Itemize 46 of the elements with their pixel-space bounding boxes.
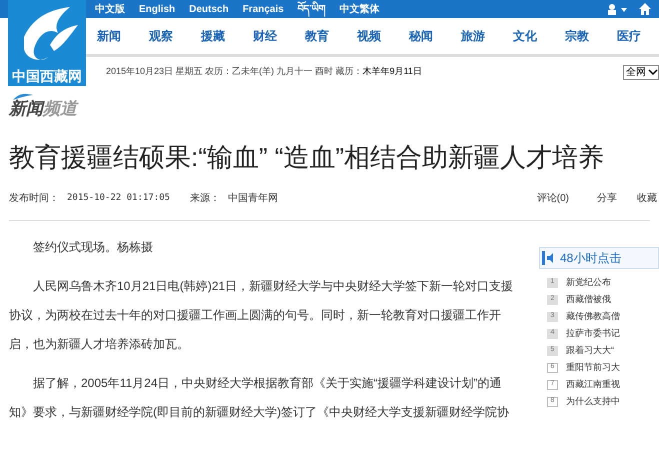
share-link[interactable]: 分享 xyxy=(597,191,617,206)
sidebar-link[interactable]: 藏传佛教高僧 xyxy=(566,310,620,324)
channel-logo: 新闻频道 xyxy=(9,93,79,119)
user-dropdown-icon[interactable] xyxy=(607,3,629,15)
published-label: 发布时间： xyxy=(9,192,59,206)
home-icon[interactable] xyxy=(639,3,651,15)
logo[interactable]: 中国西藏网 xyxy=(8,0,86,86)
source-text: 中国青年网 xyxy=(228,192,278,206)
sidebar-link[interactable]: 西藏僧被俄 xyxy=(566,292,611,306)
nav-link[interactable]: 旅游 xyxy=(461,27,485,45)
sidebar-link[interactable]: 重阳节前习大 xyxy=(566,360,620,374)
sidebar-link[interactable]: 跟着习大大“ xyxy=(566,344,614,358)
article-title: 教育援疆结硕果:“输血” “造血”相结合助新疆人才培养 xyxy=(9,141,606,173)
published-time: 2015-10-22 01:17:05 xyxy=(67,192,170,205)
nav-link[interactable]: 宗教 xyxy=(565,27,589,45)
nav-link[interactable]: 财经 xyxy=(253,27,277,45)
article-paragraph: 人民网乌鲁木齐10月21日电(韩婷)21日，新疆财经大学与中央财经大学签下新一轮对口支援协议，为两校在过去十年的对口援疆工作画上圆满的句号。同时，新一轮教育对口援疆工作开启，也为新疆人才培养添砖加瓦。 xyxy=(9,278,514,353)
language-link[interactable]: Deutsch xyxy=(189,2,229,16)
nav-link[interactable]: 秘闻 xyxy=(409,27,433,45)
language-link[interactable]: Français xyxy=(242,2,284,16)
language-link[interactable]: English xyxy=(139,2,176,16)
article-paragraph: 据了解，2005年11月24日，中央财经大学根据教育部《关于实施“援疆学科建设计划”的通知》要求，与新疆财经学院(即目前的新疆财经大学)签订了《中央财经大学支援新疆财经学院协 xyxy=(9,375,510,421)
language-link[interactable]: བོད་ཡིག xyxy=(298,2,326,16)
sidebar-header: 48小时点击 xyxy=(539,247,659,269)
speaker-icon xyxy=(542,251,556,265)
nav-link[interactable]: 医疗 xyxy=(617,27,641,45)
article-paragraph: 签约仪式现场。杨栋摄 xyxy=(32,239,154,256)
search-scope-select[interactable]: 全网 xyxy=(623,64,659,80)
sidebar-link[interactable]: 新党纪公布 xyxy=(566,276,611,290)
nav-link[interactable]: 新闻 xyxy=(97,27,121,45)
source-label: 来源： xyxy=(190,192,220,206)
sidebar-link[interactable]: 西藏江南重视 xyxy=(566,378,620,392)
chevron-down-icon xyxy=(648,68,658,76)
nav-link[interactable]: 教育 xyxy=(305,27,329,45)
language-link[interactable]: 中文繁体 xyxy=(340,2,380,16)
date-text: 2015年10月23日 星期五 农历：乙未年(羊) 九月十一 酉时 藏历：木羊年9月11日 xyxy=(106,65,422,78)
logo-text: 中国西藏网 xyxy=(12,69,82,83)
nav-link[interactable]: 文化 xyxy=(513,27,537,45)
sidebar-link[interactable]: 拉萨市委书记 xyxy=(566,326,620,340)
nav-link[interactable]: 视频 xyxy=(357,27,381,45)
comments-link[interactable]: 评论(0) xyxy=(536,191,569,206)
nav-link[interactable]: 援藏 xyxy=(201,27,225,45)
sidebar-link[interactable]: 为什么支持中 xyxy=(566,394,620,408)
favorite-link[interactable]: 收藏 xyxy=(637,191,657,206)
language-link[interactable]: 中文版 xyxy=(95,2,125,16)
nav-link[interactable]: 观察 xyxy=(149,27,173,45)
